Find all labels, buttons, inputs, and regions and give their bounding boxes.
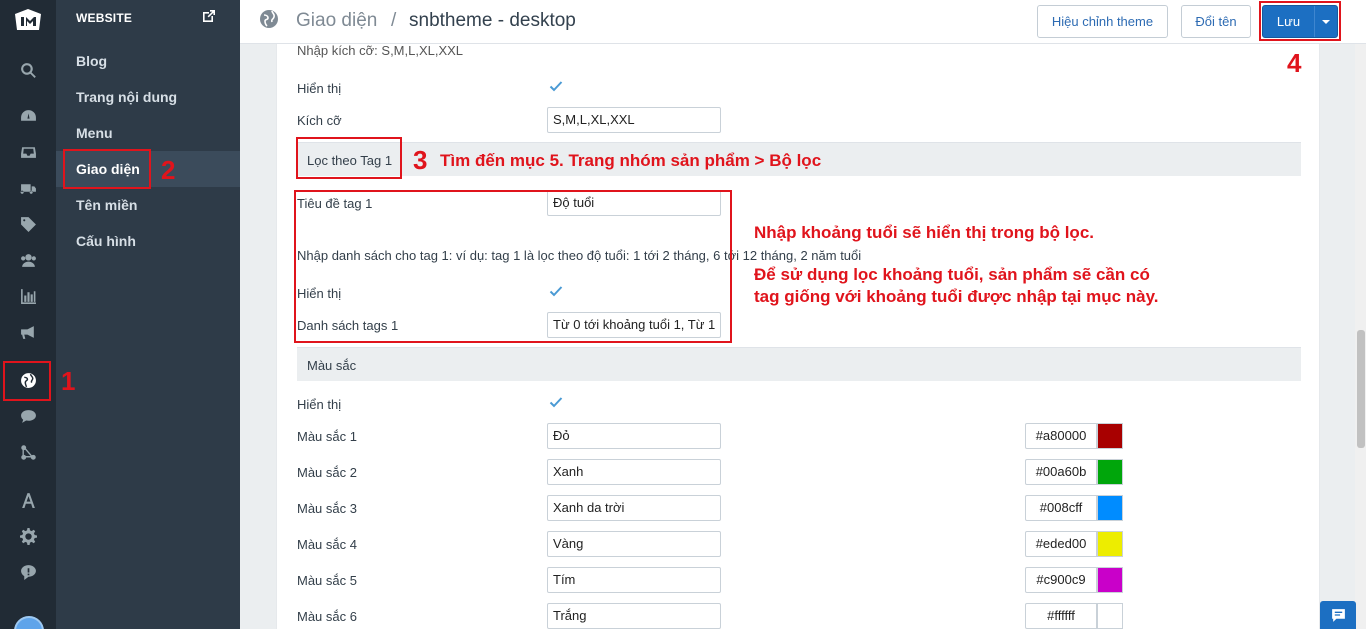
menu-header: WEBSITE bbox=[76, 11, 133, 25]
user-avatar[interactable] bbox=[14, 616, 44, 629]
help-icon[interactable] bbox=[16, 560, 40, 584]
size-show-checkbox[interactable] bbox=[549, 79, 563, 93]
color-swatch[interactable] bbox=[1097, 567, 1123, 593]
annotation-note-b: Để sử dụng lọc khoảng tuổi, sản phẩm sẽ … bbox=[754, 265, 1159, 306]
menu-item-domains[interactable]: Tên miền bbox=[56, 187, 240, 223]
annotation-number-4: 4 bbox=[1287, 48, 1302, 78]
apps-icon[interactable] bbox=[16, 440, 40, 464]
annotation-box-2 bbox=[63, 149, 151, 189]
search-icon[interactable] bbox=[16, 58, 40, 82]
annotation-box-4 bbox=[1259, 1, 1341, 41]
color-hex-input[interactable]: #a80000 bbox=[1025, 423, 1097, 449]
annotation-box-1 bbox=[3, 361, 51, 401]
color-name-input[interactable]: Vàng bbox=[547, 531, 721, 557]
color-swatch[interactable] bbox=[1097, 495, 1123, 521]
color-name-input[interactable]: Tím bbox=[547, 567, 721, 593]
color-name-input[interactable]: Xanh bbox=[547, 459, 721, 485]
menu-item-pages[interactable]: Trang nội dung bbox=[56, 79, 240, 115]
logo-icon[interactable] bbox=[12, 6, 44, 34]
page-title: snbtheme - desktop bbox=[409, 10, 576, 31]
color-hex-input[interactable]: #008cff bbox=[1025, 495, 1097, 521]
size-note: Nhập kích cỡ: S,M,L,XL,XXL bbox=[297, 43, 464, 58]
chat-icon[interactable] bbox=[16, 404, 40, 428]
annotation-box-3 bbox=[296, 137, 402, 179]
color-swatch[interactable] bbox=[1097, 603, 1123, 629]
scrollbar-thumb[interactable] bbox=[1357, 330, 1365, 448]
top-bar: Giao diện / snbtheme - desktop Hiệu chỉn… bbox=[240, 0, 1366, 44]
customers-icon[interactable] bbox=[16, 248, 40, 272]
color-section-header: Màu sắc bbox=[297, 347, 1301, 381]
size-label: Kích cỡ bbox=[297, 113, 342, 128]
color-name-input[interactable]: Đỏ bbox=[547, 423, 721, 449]
megaphone-icon[interactable] bbox=[16, 320, 40, 344]
color-label: Màu sắc 2 bbox=[297, 465, 357, 480]
chart-icon[interactable] bbox=[16, 284, 40, 308]
size-input[interactable]: S,M,L,XL,XXL bbox=[547, 107, 721, 133]
color-show-label: Hiển thị bbox=[297, 397, 342, 412]
color-hex-input[interactable]: #ffffff bbox=[1025, 603, 1097, 629]
annotation-note-a: Nhập khoảng tuổi sẽ hiển thị trong bộ lọ… bbox=[754, 223, 1094, 242]
color-show-checkbox[interactable] bbox=[549, 395, 563, 409]
edit-theme-button[interactable]: Hiệu chỉnh theme bbox=[1037, 5, 1168, 38]
color-swatch[interactable] bbox=[1097, 459, 1123, 485]
website-menu: WEBSITE Blog Trang nội dung Menu Giao di… bbox=[56, 0, 240, 629]
color-hex-input[interactable]: #eded00 bbox=[1025, 531, 1097, 557]
color-label: Màu sắc 4 bbox=[297, 537, 357, 552]
chat-widget-icon[interactable] bbox=[1320, 601, 1356, 629]
globe-icon bbox=[259, 9, 279, 29]
color-label: Màu sắc 1 bbox=[297, 429, 357, 444]
settings-icon[interactable] bbox=[16, 524, 40, 548]
color-label: Màu sắc 6 bbox=[297, 609, 357, 624]
menu-item-settings[interactable]: Cấu hình bbox=[56, 223, 240, 259]
color-swatch[interactable] bbox=[1097, 531, 1123, 557]
rename-button[interactable]: Đổi tên bbox=[1181, 5, 1251, 38]
font-icon[interactable] bbox=[16, 488, 40, 512]
tag-icon[interactable] bbox=[16, 212, 40, 236]
annotation-number-2: 2 bbox=[161, 155, 176, 185]
breadcrumb-parent[interactable]: Giao diện bbox=[296, 10, 377, 32]
truck-icon[interactable] bbox=[16, 176, 40, 200]
inbox-icon[interactable] bbox=[16, 140, 40, 164]
color-hex-input[interactable]: #00a60b bbox=[1025, 459, 1097, 485]
annotation-number-3: 3 bbox=[413, 145, 428, 175]
color-name-input[interactable]: Xanh da trời bbox=[547, 495, 721, 521]
menu-item-menu[interactable]: Menu bbox=[56, 115, 240, 151]
color-label: Màu sắc 5 bbox=[297, 573, 357, 588]
external-link-icon[interactable] bbox=[202, 9, 216, 23]
color-section-title: Màu sắc bbox=[307, 358, 357, 373]
color-name-input[interactable]: Trắng bbox=[547, 603, 721, 629]
annotation-number-1: 1 bbox=[61, 366, 76, 396]
color-hex-input[interactable]: #c900c9 bbox=[1025, 567, 1097, 593]
color-swatch[interactable] bbox=[1097, 423, 1123, 449]
icon-rail bbox=[0, 0, 56, 629]
annotation-step3-text: Tìm đến mục 5. Trang nhóm sản phẩm > Bộ … bbox=[440, 151, 822, 170]
size-show-label: Hiển thị bbox=[297, 81, 342, 96]
breadcrumb-separator: / bbox=[391, 10, 397, 31]
annotation-box-tag-fields bbox=[294, 190, 732, 343]
color-label: Màu sắc 3 bbox=[297, 501, 357, 516]
dashboard-icon[interactable] bbox=[16, 104, 40, 128]
menu-item-blog[interactable]: Blog bbox=[56, 43, 240, 79]
